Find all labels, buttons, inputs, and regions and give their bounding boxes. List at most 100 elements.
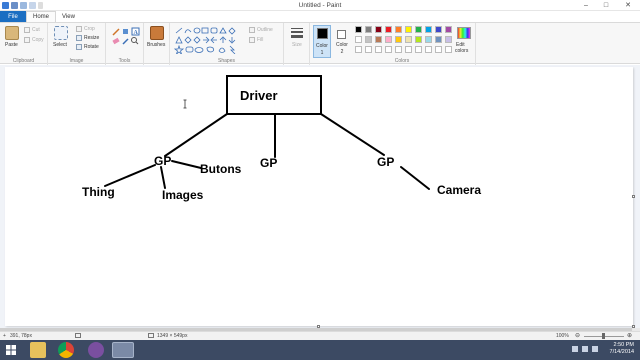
resize-handle-right[interactable]	[632, 195, 635, 198]
star-shape-icon[interactable]	[174, 44, 185, 54]
tray-arrow-icon[interactable]	[572, 346, 578, 352]
color-swatch[interactable]	[445, 26, 452, 33]
color2-selector[interactable]: Color 2	[333, 25, 351, 58]
select-icon[interactable]	[54, 26, 68, 40]
cut-button[interactable]: Cut	[24, 27, 40, 33]
eraser-icon[interactable]	[112, 37, 120, 45]
fill-dropdown[interactable]: Fill	[249, 37, 263, 43]
tab-home[interactable]: Home	[26, 11, 57, 22]
close-button[interactable]: ✕	[616, 0, 640, 10]
color-swatch[interactable]	[425, 26, 432, 33]
color-swatch[interactable]	[395, 36, 402, 43]
custom-color-swatch[interactable]	[395, 46, 402, 53]
line-shape-icon[interactable]	[175, 27, 183, 34]
color-swatch[interactable]	[375, 36, 382, 43]
custom-color-swatch[interactable]	[435, 46, 442, 53]
zoom-in-button[interactable]: ⊕	[627, 332, 632, 339]
custom-color-swatch[interactable]	[415, 46, 422, 53]
custom-color-swatch[interactable]	[355, 46, 362, 53]
brush-icon[interactable]	[150, 26, 164, 40]
color-swatch[interactable]	[365, 36, 372, 43]
diamond-shape-icon[interactable]	[228, 27, 236, 35]
curve-shape-icon[interactable]	[184, 29, 192, 34]
color-swatch[interactable]	[395, 26, 402, 33]
size-button[interactable]: Size	[292, 42, 302, 48]
crop-button[interactable]: Crop	[76, 26, 95, 32]
magnifier-icon[interactable]	[131, 37, 139, 45]
color-swatch[interactable]	[435, 36, 442, 43]
pencil-icon[interactable]	[112, 28, 120, 36]
tab-view[interactable]: View	[56, 11, 81, 22]
rectangle-shape-icon[interactable]	[201, 27, 209, 34]
color-swatch[interactable]	[385, 26, 392, 33]
copy-button[interactable]: Copy	[24, 37, 44, 43]
triangle-shape-icon[interactable]	[219, 27, 227, 34]
chrome-icon[interactable]	[58, 342, 74, 358]
heart-shape-icon[interactable]	[218, 47, 226, 53]
paint-taskbar-icon[interactable]	[112, 342, 134, 358]
butons-label: Butons	[200, 162, 242, 176]
right-triangle-shape-icon[interactable]	[175, 36, 183, 44]
network-icon[interactable]	[582, 346, 588, 352]
custom-color-swatch[interactable]	[425, 46, 432, 53]
edit-colors-icon[interactable]	[457, 27, 471, 39]
color-swatch[interactable]	[435, 26, 442, 33]
color-swatch[interactable]	[375, 26, 382, 33]
drawing-canvas[interactable]: Driver GP GP GP Thing Images Butons Came…	[5, 67, 635, 328]
fill-bucket-icon[interactable]	[123, 29, 128, 34]
color-swatch[interactable]	[405, 26, 412, 33]
minimize-button[interactable]: –	[576, 0, 596, 10]
rotate-button[interactable]: Rotate	[76, 44, 99, 50]
lightning-shape-icon[interactable]	[229, 45, 236, 54]
size-icon[interactable]	[291, 27, 303, 39]
color-swatch[interactable]	[365, 26, 372, 33]
rounded-rectangle-shape-icon[interactable]	[210, 27, 218, 34]
hexagon-shape-icon[interactable]	[193, 36, 201, 44]
color-swatch[interactable]	[385, 36, 392, 43]
color-picker-icon[interactable]	[122, 38, 129, 45]
text-tool-icon[interactable]: A	[131, 27, 140, 36]
custom-color-swatch[interactable]	[445, 46, 452, 53]
color-swatch[interactable]	[415, 26, 422, 33]
file-explorer-icon[interactable]	[30, 342, 46, 358]
callout-shape-icon[interactable]	[185, 46, 194, 53]
color-swatch[interactable]	[405, 36, 412, 43]
custom-color-swatch[interactable]	[405, 46, 412, 53]
clock[interactable]: 2:50 PM 7/14/2014	[610, 342, 634, 356]
maximize-button[interactable]: □	[596, 0, 616, 10]
custom-color-swatch[interactable]	[385, 46, 392, 53]
resize-button[interactable]: Resize	[76, 35, 99, 41]
volume-icon[interactable]	[592, 346, 598, 352]
paste-button[interactable]: Paste	[5, 42, 18, 48]
color-swatch[interactable]	[415, 36, 422, 43]
image-group: Select Crop Resize Rotate Image	[48, 23, 106, 65]
shapes-gallery[interactable]	[174, 26, 246, 54]
color-swatch[interactable]	[355, 36, 362, 43]
app-icon-purple[interactable]	[88, 342, 104, 358]
color-swatch[interactable]	[425, 36, 432, 43]
zoom-slider-thumb[interactable]	[602, 333, 605, 339]
up-arrow-shape-icon[interactable]	[219, 36, 227, 43]
color-palette	[352, 23, 452, 63]
color-swatch[interactable]	[445, 36, 452, 43]
down-arrow-shape-icon[interactable]	[228, 37, 236, 44]
oval-callout-shape-icon[interactable]	[194, 47, 204, 53]
edit-colors-label-2[interactable]: colors	[455, 48, 468, 54]
outline-dropdown[interactable]: Outline	[249, 27, 273, 33]
paste-icon[interactable]	[5, 26, 19, 40]
tab-file[interactable]: File	[0, 11, 26, 22]
rotate-icon	[76, 44, 82, 50]
right-arrow-shape-icon[interactable]	[203, 36, 210, 44]
cloud-callout-shape-icon[interactable]	[206, 46, 215, 53]
select-button[interactable]: Select	[53, 42, 67, 48]
color-swatch[interactable]	[355, 26, 362, 33]
pentagon-shape-icon[interactable]	[184, 36, 192, 44]
oval-shape-icon[interactable]	[193, 27, 201, 34]
left-arrow-shape-icon[interactable]	[210, 36, 217, 44]
zoom-out-button[interactable]: ⊖	[575, 332, 580, 339]
brushes-button[interactable]: Brushes	[147, 42, 165, 48]
color1-selector[interactable]: Color 1	[313, 25, 331, 58]
custom-color-swatch[interactable]	[365, 46, 372, 53]
custom-color-swatch[interactable]	[375, 46, 382, 53]
start-button[interactable]	[3, 342, 19, 358]
